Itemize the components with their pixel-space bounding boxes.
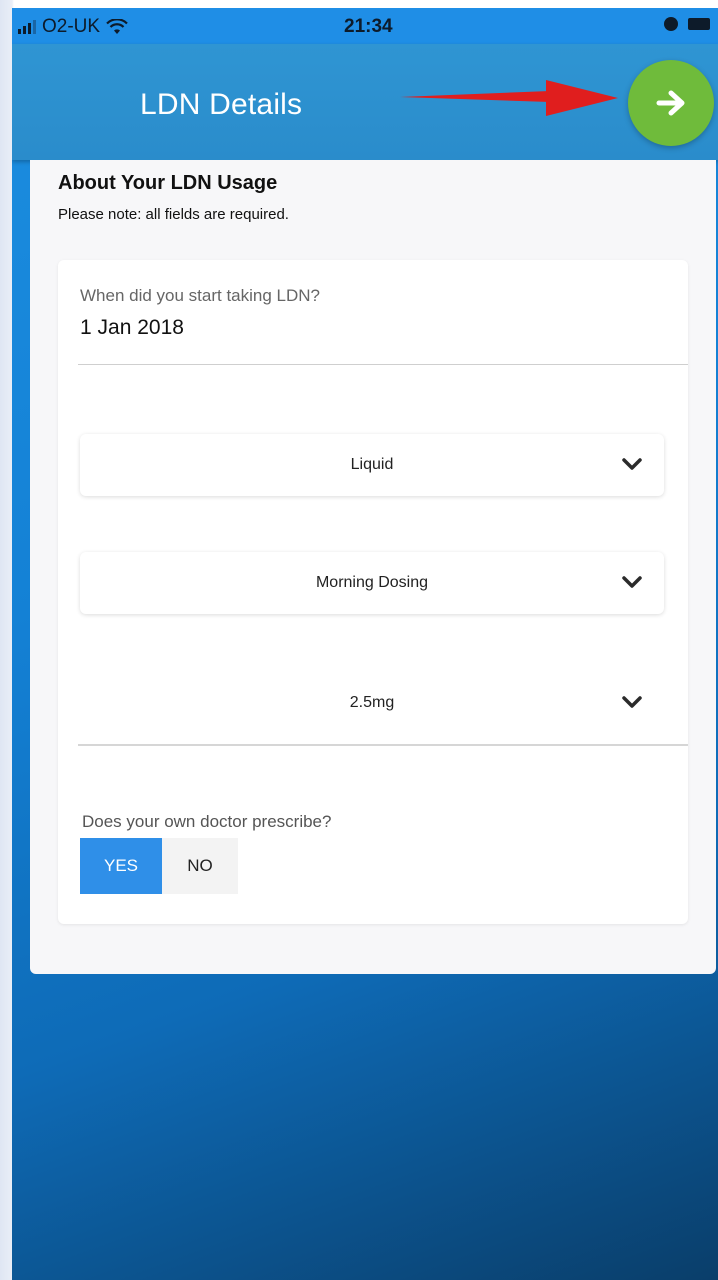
details-card: About Your LDN Usage Please note: all fi… [30,160,716,974]
wifi-icon [106,19,128,34]
next-button[interactable] [628,60,714,146]
chevron-down-icon [622,696,642,708]
battery-icon [688,18,710,30]
phone-screen: O2-UK 21:34 LDN Details About Your LDN U… [12,8,718,1280]
status-right [664,17,710,31]
chevron-down-icon [622,458,642,470]
start-date-value[interactable]: 1 Jan 2018 [80,316,184,340]
arrow-right-icon [656,90,685,116]
dose-select-value: 2.5mg [349,694,395,711]
form-panel: When did you start taking LDN? 1 Jan 201… [58,260,688,924]
doctor-prescribe-toggle: YES NO [80,838,238,894]
form-select-value: Liquid [350,456,394,473]
doctor-prescribe-question: Does your own doctor prescribe? [82,812,332,831]
no-button[interactable]: NO [162,838,238,894]
chevron-down-icon [622,576,642,588]
status-left: O2-UK [18,16,128,38]
dose-select[interactable]: 2.5mg [80,672,664,734]
divider [78,744,688,746]
nav-bar: LDN Details [12,44,718,160]
dosing-time-select[interactable]: Morning Dosing [80,552,664,614]
yes-button[interactable]: YES [80,838,162,894]
red-arrow-annotation [400,80,618,116]
dosing-time-select-value: Morning Dosing [315,574,429,591]
signal-icon [18,20,36,34]
start-date-label: When did you start taking LDN? [80,286,321,305]
status-time: 21:34 [344,16,393,37]
divider [78,364,688,365]
section-title: About Your LDN Usage [58,172,278,194]
page-title: LDN Details [140,88,303,121]
alarm-icon [664,17,678,31]
status-bar: O2-UK 21:34 [12,8,718,44]
form-select[interactable]: Liquid [80,434,664,496]
carrier-label: O2-UK [42,16,101,37]
required-note: Please note: all fields are required. [58,206,289,223]
